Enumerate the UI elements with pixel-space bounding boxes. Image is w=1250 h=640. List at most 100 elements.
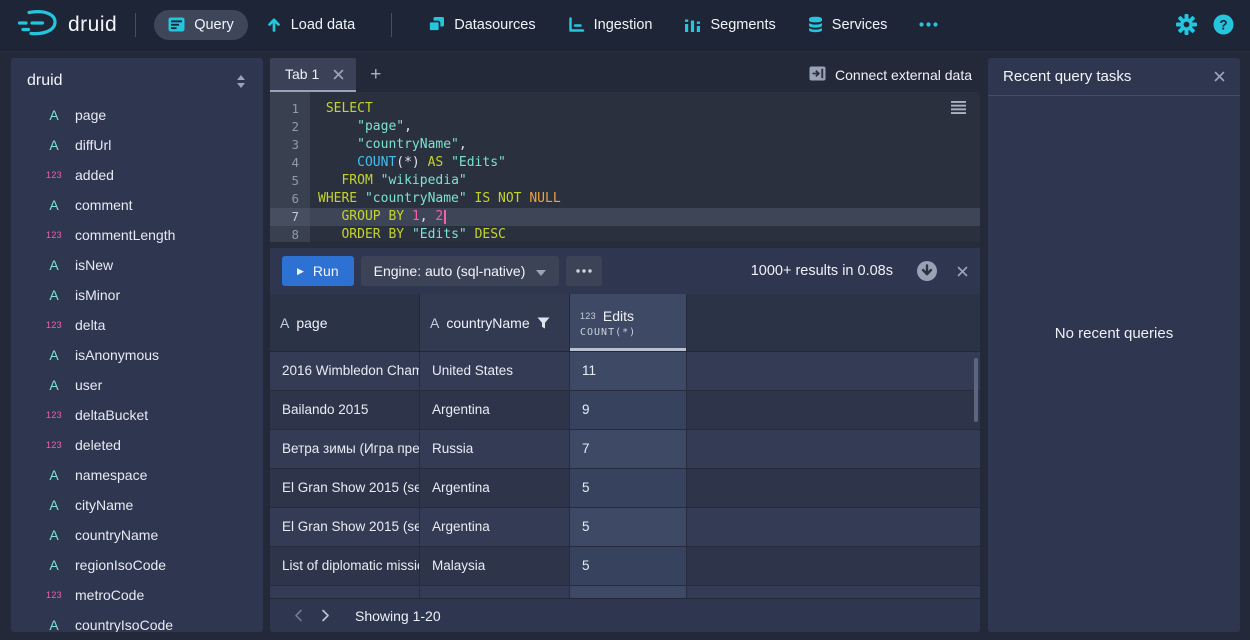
- column-isMinor[interactable]: AisMinor: [11, 280, 263, 310]
- line-number: 4: [270, 154, 310, 172]
- close-results-icon[interactable]: [957, 266, 968, 277]
- column-countryName[interactable]: AcountryName: [11, 520, 263, 550]
- nav-item-ingestion[interactable]: Ingestion: [554, 10, 667, 40]
- play-icon: ▶: [297, 266, 304, 277]
- table-cell[interactable]: 5: [570, 547, 687, 586]
- column-label: user: [75, 377, 102, 393]
- column-comment[interactable]: Acomment: [11, 190, 263, 220]
- column-user[interactable]: Auser: [11, 370, 263, 400]
- column-diffUrl[interactable]: AdiffUrl: [11, 130, 263, 160]
- column-added[interactable]: 123added: [11, 160, 263, 190]
- engine-select[interactable]: Engine: auto (sql-native): [361, 256, 560, 286]
- column-list: ApageAdiffUrl123addedAcomment123commentL…: [11, 98, 263, 632]
- header-filler: [687, 294, 980, 351]
- string-type-icon: A: [43, 287, 65, 303]
- settings-gear-icon[interactable]: [1176, 14, 1197, 35]
- row-filler: [687, 508, 980, 547]
- table-cell[interactable]: Russia: [420, 430, 570, 469]
- druid-logo[interactable]: druid: [16, 8, 117, 41]
- help-icon[interactable]: ?: [1213, 14, 1234, 35]
- tab-query[interactable]: Tab 1: [270, 58, 356, 92]
- next-page-icon[interactable]: [312, 609, 339, 622]
- table-cell[interactable]: 2016 Wimbledon Championships: [270, 352, 420, 391]
- string-type-icon: A: [43, 347, 65, 363]
- nav-item-services[interactable]: Services: [794, 9, 902, 40]
- nav-item-label: Services: [832, 17, 888, 33]
- text-cursor: [444, 210, 446, 224]
- prev-page-icon[interactable]: [285, 609, 312, 622]
- datasource-sidebar: druid ApageAdiffUrl123addedAcomment123co…: [11, 58, 263, 632]
- results-scrollbar[interactable]: [974, 358, 978, 422]
- table-cell[interactable]: [270, 586, 420, 598]
- table-cell[interactable]: El Gran Show 2015 (season): [270, 508, 420, 547]
- nav-item-load-data[interactable]: Load data: [252, 9, 370, 40]
- column-commentLength[interactable]: 123commentLength: [11, 220, 263, 250]
- table-cell[interactable]: 5: [570, 508, 687, 547]
- more-options-button[interactable]: [566, 256, 602, 286]
- column-header-label: Edits: [603, 308, 634, 324]
- table-cell[interactable]: 5: [570, 469, 687, 508]
- new-tab-button[interactable]: +: [356, 58, 395, 92]
- column-metroCode[interactable]: 123metroCode: [11, 580, 263, 610]
- close-panel-icon[interactable]: [1214, 71, 1225, 82]
- column-namespace[interactable]: Anamespace: [11, 460, 263, 490]
- column-page[interactable]: Apage: [11, 100, 263, 130]
- table-cell[interactable]: Malaysia: [420, 547, 570, 586]
- table-cell[interactable]: Argentina: [420, 469, 570, 508]
- run-button[interactable]: ▶ Run: [282, 256, 354, 286]
- tasks-panel-body: No recent queries: [988, 96, 1240, 632]
- column-deltaBucket[interactable]: 123deltaBucket: [11, 400, 263, 430]
- row-filler: [687, 391, 980, 430]
- column-delta[interactable]: 123delta: [11, 310, 263, 340]
- load-data-icon: [266, 16, 282, 33]
- table-row: El Gran Show 2015 (season)Argentina5: [270, 508, 980, 547]
- nav-item-query[interactable]: Query: [154, 10, 248, 40]
- table-row: Ветра зимы (Игра престолов)Russia7: [270, 430, 980, 469]
- column-label: namespace: [75, 467, 147, 483]
- string-type-icon: A: [43, 497, 65, 513]
- table-cell[interactable]: 11: [570, 352, 687, 391]
- table-cell[interactable]: [570, 586, 687, 598]
- filter-icon[interactable]: [537, 317, 550, 329]
- datasource-header[interactable]: druid: [11, 64, 263, 98]
- nav-item-datasources[interactable]: Datasources: [414, 9, 549, 40]
- column-countryIsoCode[interactable]: AcountryIsoCode: [11, 610, 263, 632]
- datasources-icon: [428, 16, 445, 33]
- column-isAnonymous[interactable]: AisAnonymous: [11, 340, 263, 370]
- sort-columns-icon[interactable]: [235, 74, 247, 89]
- column-label: delta: [75, 317, 105, 333]
- column-isNew[interactable]: AisNew: [11, 250, 263, 280]
- sql-editor[interactable]: 12345678 SELECT "page", "countryName", C…: [270, 92, 980, 248]
- editor-code[interactable]: SELECT "page", "countryName", COUNT(*) A…: [310, 92, 980, 248]
- table-cell[interactable]: Argentina: [420, 391, 570, 430]
- nav-item-label: Segments: [710, 17, 775, 33]
- table-cell[interactable]: Argentina: [420, 508, 570, 547]
- column-header-countryName[interactable]: AcountryName: [420, 294, 570, 351]
- ingestion-icon: [568, 17, 585, 33]
- topbar: druid QueryLoad data DatasourcesIngestion…: [0, 0, 1250, 50]
- table-cell[interactable]: United States: [420, 352, 570, 391]
- row-filler: [687, 352, 980, 391]
- nav-item-more[interactable]: [905, 15, 952, 34]
- column-cityName[interactable]: AcityName: [11, 490, 263, 520]
- string-type-icon: A: [280, 315, 289, 331]
- download-icon[interactable]: [916, 260, 938, 282]
- column-deleted[interactable]: 123deleted: [11, 430, 263, 460]
- table-cell[interactable]: Ветра зимы (Игра престолов): [270, 430, 420, 469]
- column-header-Edits[interactable]: 123EditsCOUNT(*): [570, 294, 687, 351]
- editor-menu-icon[interactable]: [951, 101, 966, 118]
- table-cell[interactable]: 7: [570, 430, 687, 469]
- table-cell[interactable]: El Gran Show 2015 (season): [270, 469, 420, 508]
- table-cell[interactable]: [420, 586, 570, 598]
- connect-external-data-button[interactable]: Connect external data: [801, 58, 980, 92]
- editor-scrollbar[interactable]: [270, 242, 980, 248]
- table-cell[interactable]: 9: [570, 391, 687, 430]
- code-line: "countryName",: [310, 136, 980, 154]
- column-header-page[interactable]: Apage: [270, 294, 420, 351]
- table-cell[interactable]: List of diplomatic missions: [270, 547, 420, 586]
- column-regionIsoCode[interactable]: AregionIsoCode: [11, 550, 263, 580]
- table-cell[interactable]: Bailando 2015: [270, 391, 420, 430]
- close-tab-icon[interactable]: [333, 69, 344, 80]
- run-label: Run: [313, 263, 339, 279]
- nav-item-segments[interactable]: Segments: [670, 10, 789, 40]
